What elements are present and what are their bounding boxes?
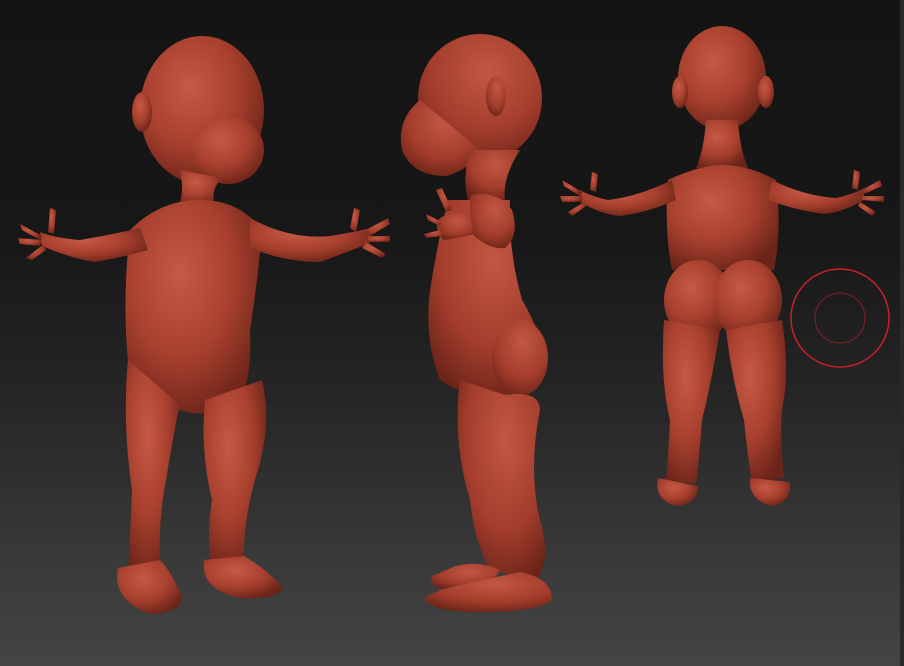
sculpt-canvas[interactable] (0, 0, 904, 666)
figure-front-view[interactable] (18, 36, 390, 614)
brush-cursor (790, 268, 890, 368)
figure-back-view[interactable] (560, 26, 884, 506)
3d-viewport[interactable] (0, 0, 904, 666)
figure-side-view[interactable] (400, 34, 552, 612)
viewport-edge (900, 0, 904, 666)
